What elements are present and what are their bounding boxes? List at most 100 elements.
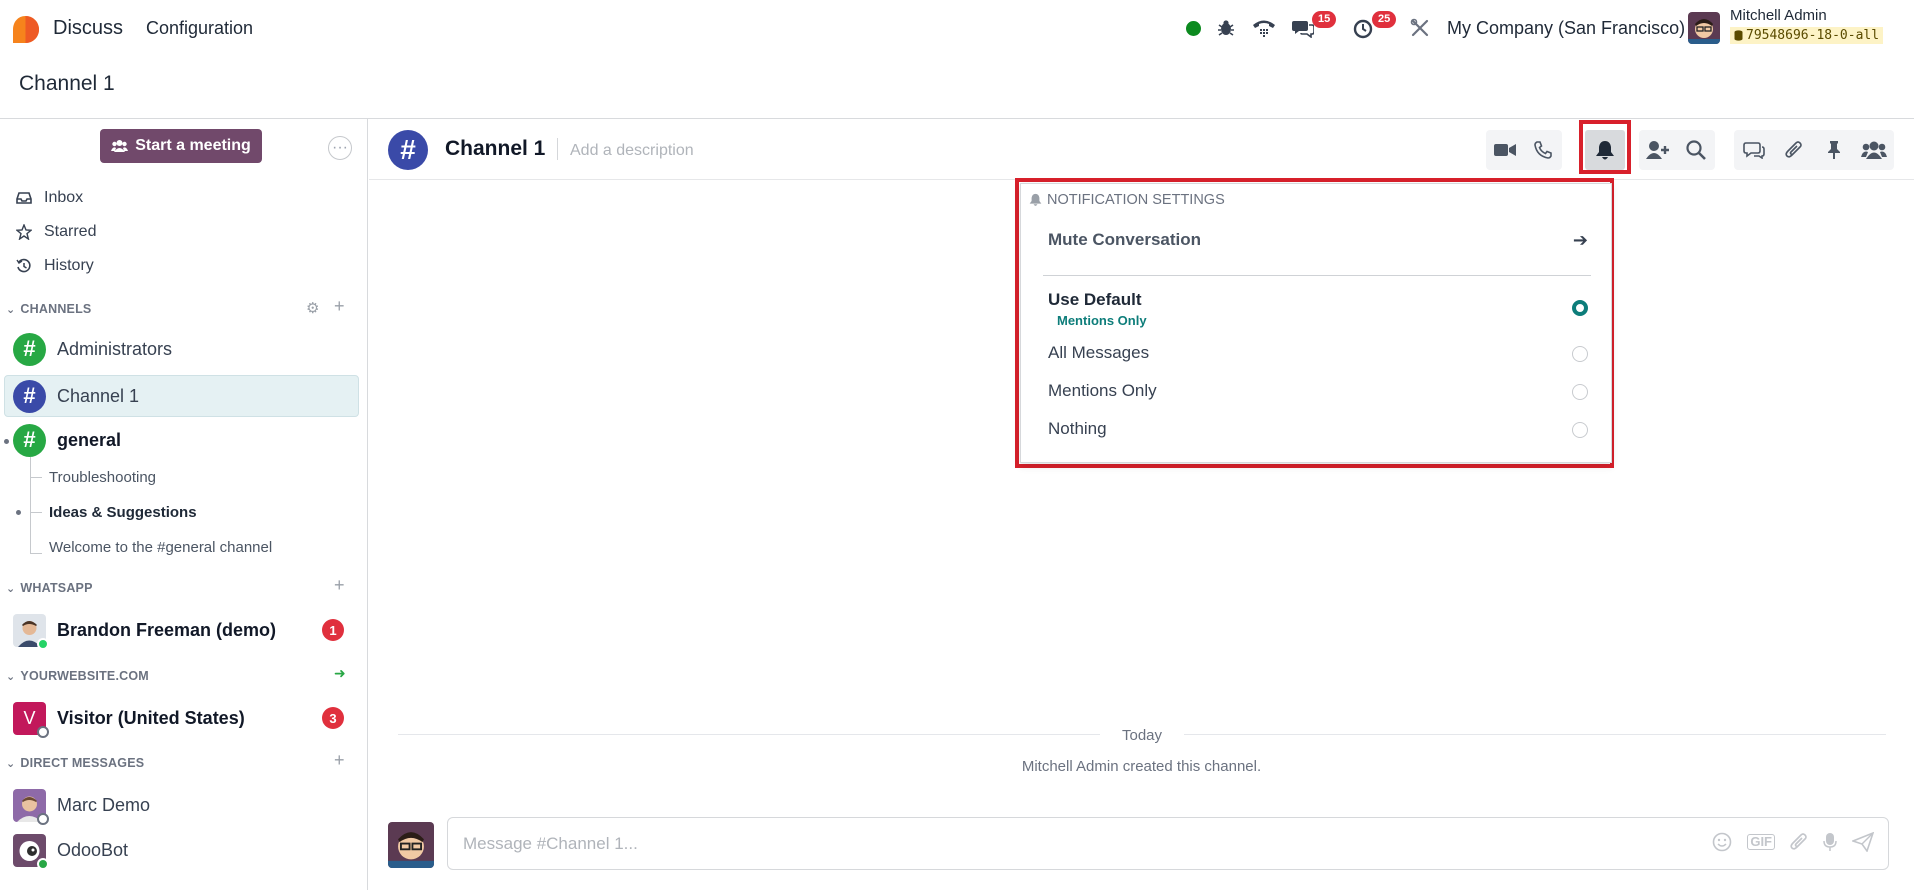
sidebar-options-button[interactable]: ··· — [328, 136, 352, 160]
start-meeting-label: Start a meeting — [135, 137, 251, 154]
subchannel-welcome[interactable]: Welcome to the #general channel — [49, 539, 272, 556]
mute-conversation-option[interactable]: Mute Conversation ➔ — [1048, 230, 1588, 250]
member-button-group — [1639, 130, 1715, 170]
channel-channel-1[interactable]: # Channel 1 — [4, 375, 359, 417]
dm-section-toggle[interactable]: ⌄ DIRECT MESSAGES — [6, 756, 144, 770]
thread-connector — [30, 457, 31, 554]
history-icon — [16, 258, 31, 273]
radio-nothing[interactable] — [1572, 422, 1588, 438]
breadcrumb: Channel 1 — [19, 72, 115, 95]
user-avatar[interactable] — [1688, 12, 1720, 44]
activities-button[interactable]: 25 — [1350, 11, 1397, 42]
chevron-down-icon: ⌄ — [6, 670, 16, 683]
dm-odoobot[interactable]: OdooBot — [4, 829, 359, 871]
settings-tools-button[interactable] — [1408, 14, 1432, 42]
gif-icon[interactable]: GIF — [1747, 834, 1775, 850]
website-section-toggle[interactable]: ⌄ YOURWEBSITE.COM — [6, 669, 149, 683]
visitor-initial: V — [23, 707, 36, 728]
whatsapp-contact-brandon[interactable]: Brandon Freeman (demo) 1 — [4, 609, 359, 651]
send-icon[interactable] — [1852, 832, 1874, 852]
dm-marc-demo[interactable]: Marc Demo — [4, 784, 359, 826]
subchannel-troubleshooting[interactable]: Troubleshooting — [49, 469, 156, 486]
search-icon — [1686, 140, 1706, 160]
header-divider — [557, 138, 558, 160]
mute-label: Mute Conversation — [1048, 230, 1202, 249]
channel-hash-icon: # — [13, 332, 46, 366]
notification-settings-popover: NOTIFICATION SETTINGS Mute Conversation … — [1020, 183, 1612, 463]
subchannel-ideas-suggestions[interactable]: Ideas & Suggestions — [49, 504, 197, 521]
add-user-icon — [1646, 141, 1669, 159]
pinned-messages-button[interactable] — [1814, 130, 1854, 170]
option-label: All Messages — [1048, 343, 1150, 362]
join-livechat-icon[interactable]: ➜ — [334, 665, 346, 682]
voip-button[interactable] — [1251, 14, 1277, 42]
whatsapp-section-toggle[interactable]: ⌄ WHATSAPP — [6, 581, 93, 595]
notif-option-all-messages[interactable]: All Messages — [1048, 343, 1588, 363]
threads-button[interactable] — [1734, 130, 1774, 170]
chat-bubbles-icon — [1292, 21, 1314, 38]
composer-avatar — [388, 822, 434, 868]
add-channel-icon[interactable]: + — [334, 296, 345, 317]
unread-count-badge: 3 — [322, 707, 344, 729]
popover-title-text: NOTIFICATION SETTINGS — [1047, 192, 1225, 208]
app-name[interactable]: Discuss — [53, 17, 123, 40]
notif-option-nothing[interactable]: Nothing — [1048, 419, 1588, 439]
channel-administrators[interactable]: # Administrators — [4, 328, 359, 370]
channel-label: Visitor (United States) — [57, 707, 245, 728]
whatsapp-header: WHATSAPP — [20, 581, 93, 595]
invite-people-button[interactable] — [1639, 130, 1677, 170]
status-indicator[interactable] — [1183, 14, 1203, 42]
notif-option-use-default[interactable]: Use Default Mentions Only — [1048, 290, 1588, 328]
attachments-button[interactable] — [1774, 130, 1814, 170]
channel-label: OdooBot — [57, 839, 129, 860]
message-composer[interactable]: Message #Channel 1... GIF — [447, 817, 1889, 870]
sidebar-item-starred[interactable]: Starred — [16, 223, 96, 241]
start-meeting-button[interactable]: Start a meeting — [100, 129, 262, 163]
thread-header: # Channel 1 Add a description — [369, 119, 1914, 180]
debug-button[interactable] — [1215, 14, 1237, 42]
paperclip-icon[interactable] — [1790, 832, 1808, 852]
contact-avatar — [13, 788, 49, 825]
notif-option-mentions-only[interactable]: Mentions Only — [1048, 381, 1588, 401]
emoji-icon[interactable] — [1712, 832, 1732, 852]
radio-mentions-only[interactable] — [1572, 384, 1588, 400]
livechat-visitor[interactable]: V Visitor (United States) 3 — [4, 697, 359, 739]
odoobot-avatar — [13, 833, 49, 870]
member-list-button[interactable] — [1854, 130, 1894, 170]
add-whatsapp-icon[interactable]: + — [334, 575, 345, 596]
menu-configuration[interactable]: Configuration — [146, 18, 253, 39]
composer-actions: GIF — [1712, 832, 1874, 852]
sidebar-item-label: Starred — [44, 223, 97, 240]
description-input[interactable]: Add a description — [570, 142, 694, 160]
channels-section-toggle[interactable]: ⌄ CHANNELS — [6, 302, 91, 316]
company-switcher[interactable]: My Company (San Francisco) — [1447, 18, 1685, 39]
whatsapp-icon — [37, 637, 49, 650]
add-dm-icon[interactable]: + — [334, 750, 345, 771]
channel-label: Channel 1 — [57, 385, 140, 406]
thread-connector — [30, 512, 42, 513]
radio-all-messages[interactable] — [1572, 346, 1588, 362]
message-input[interactable]: Message #Channel 1... — [463, 834, 638, 854]
sidebar-item-history[interactable]: History — [16, 257, 94, 275]
top-navbar: Discuss Configuration 15 25 My Company (… — [0, 0, 1914, 57]
thread-connector — [30, 477, 42, 478]
contact-avatar — [13, 613, 49, 650]
pin-icon — [1828, 141, 1840, 159]
phone-keypad-icon — [1253, 20, 1275, 37]
video-camera-icon — [1494, 144, 1516, 156]
discuss-app-logo[interactable] — [11, 15, 40, 44]
video-call-button[interactable] — [1486, 130, 1524, 170]
user-name[interactable]: Mitchell Admin — [1730, 7, 1827, 24]
search-messages-button[interactable] — [1677, 130, 1715, 170]
channel-label: Brandon Freeman (demo) — [57, 619, 277, 640]
microphone-icon[interactable] — [1823, 832, 1837, 852]
voice-call-button[interactable] — [1524, 130, 1562, 170]
thread-name[interactable]: Channel 1 — [445, 137, 545, 161]
channel-general[interactable]: # general — [4, 419, 359, 461]
sidebar-item-inbox[interactable]: Inbox — [16, 189, 83, 207]
thread-actions-group — [1734, 130, 1894, 170]
messaging-button[interactable]: 15 — [1290, 11, 1337, 42]
gear-icon[interactable]: ⚙ — [306, 299, 319, 317]
radio-use-default[interactable] — [1572, 300, 1588, 316]
channels-header: CHANNELS — [20, 302, 92, 316]
